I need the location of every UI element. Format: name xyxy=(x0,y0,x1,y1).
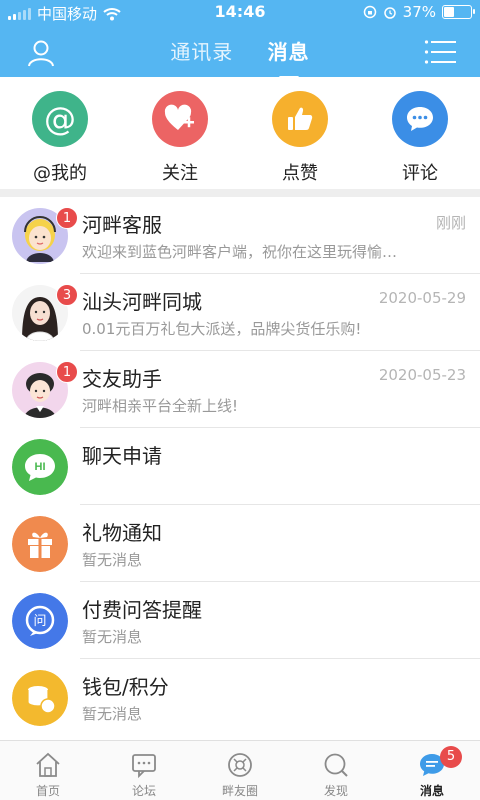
paid-qa-icon: 问 xyxy=(12,593,68,649)
section-divider xyxy=(0,189,480,197)
nav-home[interactable]: 首页 xyxy=(0,741,96,800)
message-title: 交友助手 xyxy=(82,367,162,391)
message-title: 付费问答提醒 xyxy=(82,598,202,622)
home-icon xyxy=(36,752,60,777)
message-row-wallet-points[interactable]: 钱包/积分 暂无消息 xyxy=(0,659,480,736)
unread-badge: 3 xyxy=(56,284,78,306)
heart-plus-icon xyxy=(152,91,208,147)
nav-messages-badge: 5 xyxy=(440,746,462,768)
quick-action-at-me[interactable]: @ @我的 xyxy=(0,77,120,189)
chat-request-icon: HI xyxy=(12,439,68,495)
quick-action-likes[interactable]: 点赞 xyxy=(240,77,360,189)
nav-forum[interactable]: 论坛 xyxy=(96,741,192,800)
tab-messages[interactable]: 消息 xyxy=(268,36,310,79)
nav-label: 畔友圈 xyxy=(221,784,258,798)
circle-icon xyxy=(228,753,252,777)
nav-discover[interactable]: 发现 xyxy=(288,741,384,800)
nav-friends-circle[interactable]: 畔友圈 xyxy=(192,741,288,800)
message-preview: 暂无消息 xyxy=(82,628,143,646)
message-list: 1 河畔客服 刚刚 欢迎来到蓝色河畔客户端，祝你在这里玩得愉… 3 汕头河畔同城… xyxy=(0,197,480,736)
menu-icon[interactable] xyxy=(424,39,456,65)
unread-badge: 1 xyxy=(56,207,78,229)
wallet-coins-icon xyxy=(12,670,68,726)
message-preview: 欢迎来到蓝色河畔客户端，祝你在这里玩得愉… xyxy=(82,243,398,261)
message-row-dating-assistant[interactable]: 1 交友助手 2020-05-23 河畔相亲平台全新上线! xyxy=(0,351,480,428)
message-preview: 0.01元百万礼包大派送，品牌尖货任乐购! xyxy=(82,320,362,338)
message-title: 钱包/积分 xyxy=(82,675,169,699)
message-row-paid-qa[interactable]: 问 付费问答提醒 暂无消息 xyxy=(0,582,480,659)
quick-actions: @ @我的 关注 点赞 评论 xyxy=(0,77,480,189)
message-preview: 暂无消息 xyxy=(82,551,143,569)
header-nav: 通讯录 消息 xyxy=(0,26,480,79)
quick-action-comments[interactable]: 评论 xyxy=(360,77,480,189)
top-bar: 中国移动 14:46 37% 通讯录 消息 xyxy=(0,0,480,79)
nav-label: 首页 xyxy=(35,784,60,798)
quick-action-label: 点赞 xyxy=(282,163,318,184)
message-title: 礼物通知 xyxy=(82,521,162,545)
message-time: 刚刚 xyxy=(435,214,466,232)
nav-label: 发现 xyxy=(323,784,348,798)
battery-percent: 37% xyxy=(402,3,436,21)
gift-icon xyxy=(12,516,68,572)
comment-icon xyxy=(392,91,448,147)
quick-action-label: @我的 xyxy=(33,163,87,184)
quick-action-follow[interactable]: 关注 xyxy=(120,77,240,189)
nav-messages[interactable]: 5 消息 xyxy=(384,741,480,800)
unread-badge: 1 xyxy=(56,361,78,383)
message-title: 聊天申请 xyxy=(82,444,162,468)
message-time: 2020-05-29 xyxy=(378,289,466,307)
message-time: 2020-05-23 xyxy=(378,366,466,384)
nav-label: 消息 xyxy=(419,784,444,798)
alarm-icon xyxy=(383,7,396,19)
message-title: 河畔客服 xyxy=(82,213,162,237)
rotation-lock-icon xyxy=(363,5,376,19)
status-bar: 中国移动 14:46 37% xyxy=(0,0,480,24)
at-icon: @ xyxy=(32,91,88,147)
message-row-gift-notifications[interactable]: 礼物通知 暂无消息 xyxy=(0,505,480,582)
bottom-nav: 首页 论坛 畔友圈 发现 5 消息 xyxy=(0,740,480,800)
quick-action-label: 评论 xyxy=(402,163,438,184)
nav-label: 论坛 xyxy=(131,784,156,798)
message-row-chat-requests[interactable]: HI 聊天申请 xyxy=(0,428,480,505)
message-row-shantou[interactable]: 3 汕头河畔同城 2020-05-29 0.01元百万礼包大派送，品牌尖货任乐购… xyxy=(0,274,480,351)
paid-qa-icon-text: 问 xyxy=(33,614,46,629)
thumbs-up-icon xyxy=(272,91,328,147)
message-row-customer-service[interactable]: 1 河畔客服 刚刚 欢迎来到蓝色河畔客户端，祝你在这里玩得愉… xyxy=(0,197,480,274)
discover-icon xyxy=(324,753,348,777)
quick-action-label: 关注 xyxy=(162,163,198,184)
battery-icon xyxy=(442,5,475,19)
message-preview: 河畔相亲平台全新上线! xyxy=(82,397,239,415)
message-preview: 暂无消息 xyxy=(82,705,143,723)
tab-contacts[interactable]: 通讯录 xyxy=(170,36,233,65)
forum-icon xyxy=(132,754,156,779)
message-title: 汕头河畔同城 xyxy=(82,290,202,314)
chat-request-icon-text: HI xyxy=(35,461,46,473)
